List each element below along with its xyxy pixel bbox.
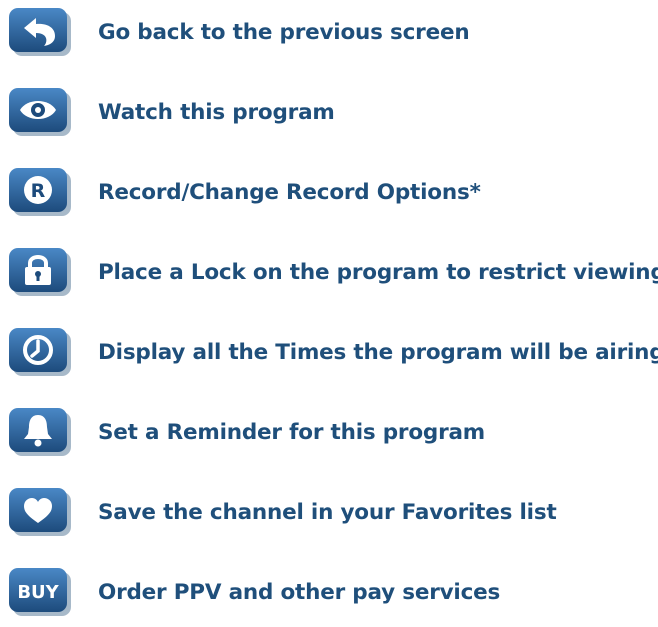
buy-label: Order PPV and other pay services	[98, 580, 501, 605]
legend-row-reminder: Set a Reminder for this program	[8, 406, 658, 462]
record-r-icon: R	[9, 168, 71, 216]
legend-row-record: R Record/Change Record Options*	[8, 166, 658, 222]
icon-legend: Go back to the previous screen Watch thi…	[0, 0, 658, 627]
back-button[interactable]	[8, 6, 74, 58]
favorites-button[interactable]	[8, 486, 74, 538]
svg-text:R: R	[31, 180, 46, 202]
times-label: Display all the Times the program will b…	[98, 340, 658, 365]
buy-text: BUY	[17, 582, 59, 603]
reminder-label: Set a Reminder for this program	[98, 420, 486, 445]
lock-button[interactable]	[8, 246, 74, 298]
clock-icon	[9, 328, 71, 376]
watch-button[interactable]	[8, 86, 74, 138]
legend-row-back: Go back to the previous screen	[8, 6, 658, 62]
legend-row-buy: BUY Order PPV and other pay services	[8, 566, 658, 622]
legend-row-favorites: Save the channel in your Favorites list	[8, 486, 658, 542]
record-label: Record/Change Record Options*	[98, 180, 481, 205]
padlock-icon	[9, 248, 71, 296]
buy-button[interactable]: BUY	[8, 566, 74, 618]
times-button[interactable]	[8, 326, 74, 378]
watch-label: Watch this program	[98, 100, 335, 125]
legend-row-times: Display all the Times the program will b…	[8, 326, 658, 382]
buy-icon: BUY	[9, 568, 71, 616]
back-arrow-icon	[9, 8, 71, 56]
record-button[interactable]: R	[8, 166, 74, 218]
lock-label: Place a Lock on the program to restrict …	[98, 260, 658, 285]
legend-row-watch: Watch this program	[8, 86, 658, 142]
favorites-label: Save the channel in your Favorites list	[98, 500, 557, 525]
heart-icon	[9, 488, 71, 536]
reminder-button[interactable]	[8, 406, 74, 458]
bell-icon	[9, 408, 71, 456]
eye-icon	[9, 88, 71, 136]
back-label: Go back to the previous screen	[98, 20, 470, 45]
legend-row-lock: Place a Lock on the program to restrict …	[8, 246, 658, 302]
